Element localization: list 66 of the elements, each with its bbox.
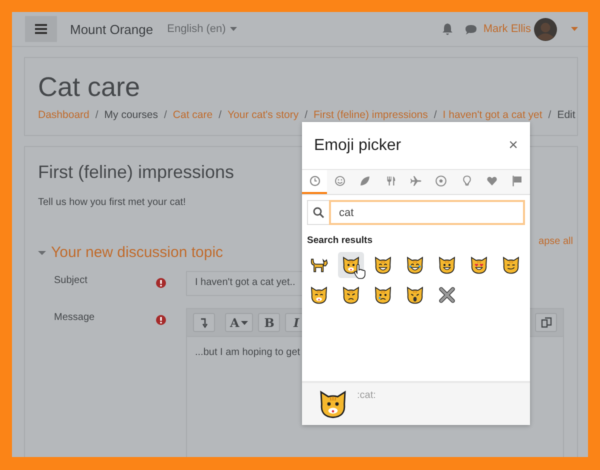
forum-title: First (feline) impressions [38, 161, 234, 183]
cross-icon [437, 285, 457, 305]
breadcrumb-separator: / [304, 109, 308, 121]
breadcrumb-link[interactable]: Cat care [172, 109, 213, 121]
breadcrumb-item: Edit [557, 109, 576, 121]
cat-face-icon [405, 255, 425, 275]
close-button[interactable]: × [506, 136, 520, 154]
caret-icon [230, 27, 237, 31]
results-heading: Search results [307, 235, 374, 246]
cat-face-icon [405, 285, 425, 305]
breadcrumb-item: My courses [104, 109, 158, 121]
leaf-icon [359, 175, 372, 187]
toolbar-toggle-button[interactable] [193, 313, 215, 332]
font-button[interactable]: A [225, 313, 254, 332]
breadcrumb-separator: / [95, 109, 98, 121]
cat-face-icon [317, 388, 349, 420]
flag-icon [511, 175, 524, 187]
plane-icon [410, 175, 422, 187]
ball-icon [435, 175, 448, 187]
breadcrumb-separator: / [218, 109, 222, 121]
copy-icon [540, 317, 552, 328]
section-title[interactable]: Your new discussion topic [51, 244, 224, 261]
language-menu[interactable]: English (en) [167, 23, 237, 35]
cat-face-icon [341, 285, 361, 305]
search-icon [313, 207, 324, 218]
user-name[interactable]: Mark Ellis [483, 23, 531, 35]
smiley-icon [334, 175, 346, 187]
emoji-shortcode: :cat: [357, 390, 376, 401]
field-label: Subject [54, 274, 88, 286]
category-tab[interactable] [302, 170, 328, 194]
bell-icon[interactable] [442, 23, 454, 35]
bold-button[interactable]: B [258, 313, 280, 332]
site-name[interactable]: Mount Orange [70, 22, 154, 36]
breadcrumb-separator: / [164, 109, 167, 121]
cat-face-icon [309, 285, 329, 305]
caret-icon [241, 320, 248, 324]
collapse-all-link[interactable]: apse all [538, 236, 573, 247]
cutlery-icon [384, 175, 397, 187]
bulb-icon [460, 175, 473, 187]
dialog-title: Emoji picker [314, 136, 402, 154]
menu-icon [35, 24, 47, 34]
forum-intro: Tell us how you first met your cat! [38, 197, 186, 208]
search-field[interactable]: cat [329, 200, 525, 225]
menu-button[interactable] [25, 16, 57, 42]
chat-icon[interactable] [465, 24, 478, 34]
field-label: Message [54, 311, 96, 323]
breadcrumb-separator: / [548, 109, 552, 121]
cat-face-icon [373, 255, 393, 275]
cat-face-icon [373, 285, 393, 305]
avatar[interactable] [534, 18, 557, 40]
copy-button[interactable] [535, 313, 557, 332]
arrow-icon [200, 318, 208, 328]
breadcrumb-separator: / [434, 109, 437, 121]
hand-cursor-icon [354, 264, 366, 279]
heart-icon [486, 175, 498, 187]
breadcrumb-link[interactable]: Your cat's story [228, 109, 299, 121]
expanded-caret-icon[interactable] [38, 248, 46, 256]
message-text: ...but I am hoping to get [194, 346, 302, 360]
breadcrumb-link[interactable]: First (feline) impressions [314, 109, 428, 121]
breadcrumb-link[interactable]: Dashboard [38, 109, 90, 121]
breadcrumb-link[interactable]: I haven't got a cat yet [442, 109, 542, 121]
cat-face-icon [469, 255, 489, 275]
clock-icon [308, 175, 321, 187]
course-title: Cat care [38, 71, 142, 104]
cat-face-icon [501, 255, 521, 275]
cat-face-icon [437, 255, 457, 275]
